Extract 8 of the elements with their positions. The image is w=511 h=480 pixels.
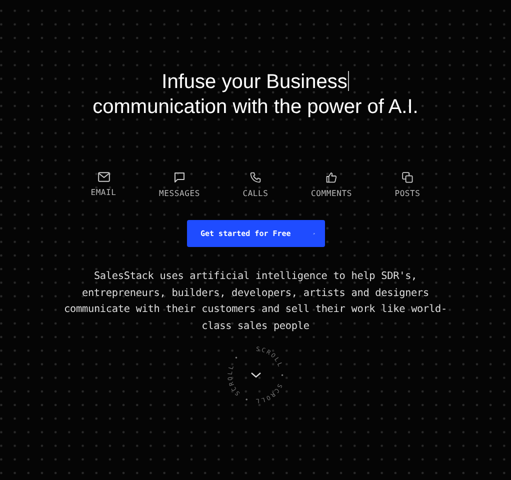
headline-line: Infuse your Business [162, 70, 350, 95]
headline-line: communication with the power of A.I. [92, 95, 418, 120]
channel-label: POSTS [394, 189, 420, 198]
description-text: SalesStack uses artificial intelligence to help SDR's, entrepreneurs, builders, developers, artists and designers communicate with their customers and sell their work like world-class sales people [63, 270, 448, 334]
channel-label: CALLS [242, 189, 268, 198]
channel-label: EMAIL [90, 188, 116, 197]
channel-label: COMMENTS [311, 189, 352, 198]
channel-label: MESSAGES [159, 189, 200, 198]
